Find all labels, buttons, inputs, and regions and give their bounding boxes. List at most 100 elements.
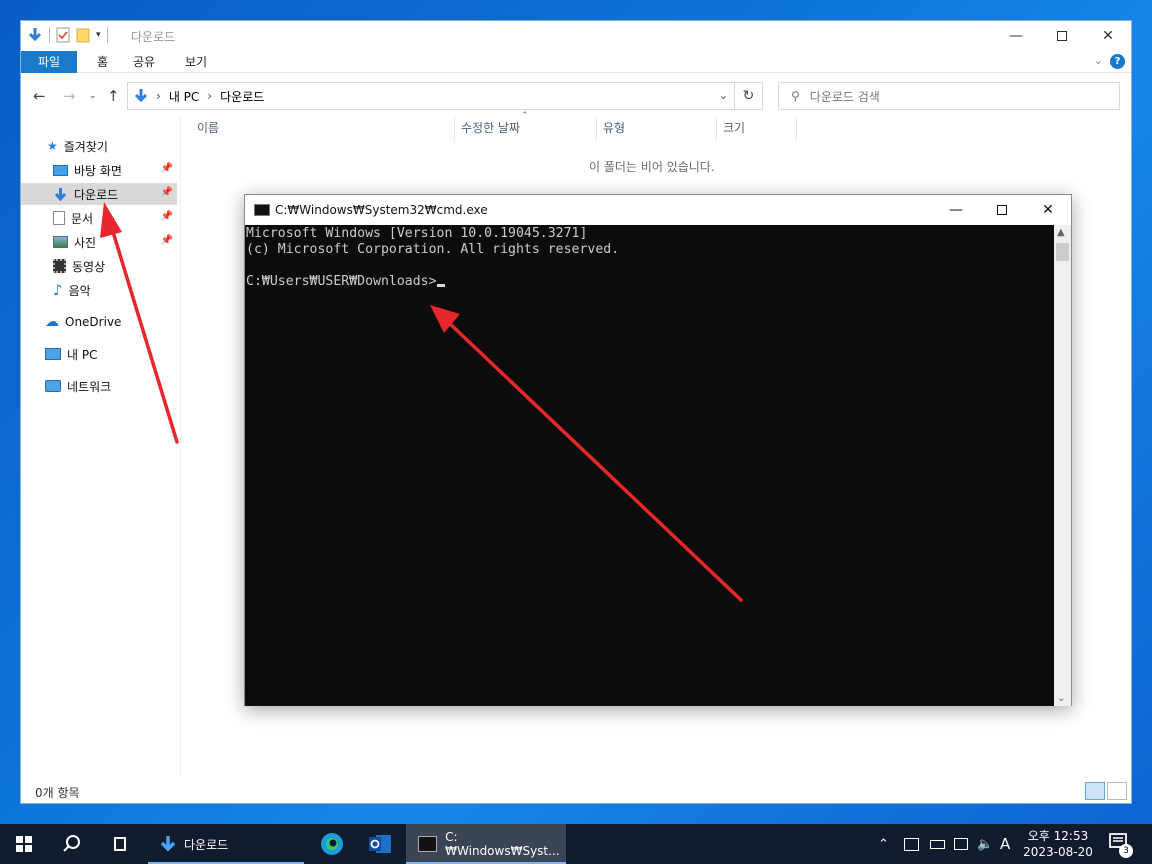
sidebar-item-music[interactable]: ♪ 음악 [53, 279, 177, 301]
sidebar-item-this-pc[interactable]: 내 PC [45, 343, 97, 365]
column-header-size[interactable]: 크기 [717, 117, 797, 141]
task-view-button[interactable] [96, 824, 144, 864]
clock-time: 오후 12:53 [1027, 829, 1089, 843]
sidebar-item-documents[interactable]: 문서 📌 [53, 207, 177, 229]
console-prompt: C:₩Users₩USER₩Downloads> [246, 274, 437, 289]
address-bar[interactable]: › 내 PC › 다운로드 ⌄ [127, 82, 735, 110]
console-prompt-line: C:₩Users₩USER₩Downloads> [246, 274, 1054, 290]
tray-security-icon[interactable] [904, 824, 919, 864]
minimize-button[interactable]: — [993, 21, 1039, 51]
separator [49, 27, 50, 43]
column-header-type[interactable]: 유형 [597, 117, 717, 141]
sidebar-label: 네트워크 [67, 379, 112, 394]
chevron-up-icon: ⌃ [878, 836, 889, 852]
star-icon: ★ [47, 139, 58, 153]
show-hidden-icons-button[interactable]: ⌃ [878, 824, 889, 864]
cmd-minimize-button[interactable]: — [933, 195, 979, 225]
close-button[interactable]: ✕ [1085, 21, 1131, 51]
taskbar-app-downloads[interactable]: 다운로드 [148, 824, 304, 864]
cmd-maximize-button[interactable] [979, 195, 1025, 225]
title-bar: ▾ 다운로드 — ✕ [21, 21, 1131, 51]
breadcrumb-this-pc[interactable]: 내 PC [169, 88, 199, 105]
taskbar-app-edge[interactable] [308, 824, 356, 864]
sidebar-label: 바탕 화면 [74, 163, 122, 178]
pin-icon: 📌 [160, 187, 173, 198]
sidebar-item-pictures[interactable]: 사진 📌 [53, 231, 177, 253]
ribbon-tabs: 파일 홈 공유 보기 ⌄ ? [21, 51, 1131, 73]
taskbar-app-cmd[interactable]: C:₩Windows₩Syst... [406, 824, 566, 864]
taskbar-app-label: C:₩Windows₩Syst... [445, 830, 560, 858]
sidebar-label: OneDrive [65, 315, 122, 329]
network-icon [45, 380, 61, 392]
properties-icon[interactable] [56, 27, 70, 43]
recent-locations-icon[interactable]: ⌄ [89, 91, 97, 101]
task-view-icon [114, 837, 126, 851]
address-dropdown-icon[interactable]: ⌄ [719, 89, 728, 102]
console-output[interactable]: Microsoft Windows [Version 10.0.19045.32… [245, 225, 1054, 706]
large-icons-view-button[interactable] [1107, 782, 1127, 800]
cmd-title-bar: C:₩Windows₩System32₩cmd.exe — ✕ [245, 195, 1071, 225]
cmd-scrollbar[interactable]: ▲ ⌄ [1054, 225, 1071, 706]
start-button[interactable] [0, 824, 48, 864]
download-folder-icon [160, 836, 176, 852]
search-icon [63, 835, 80, 852]
taskbar-app-outlook[interactable] [356, 824, 404, 864]
details-view-button[interactable] [1085, 782, 1105, 800]
cloud-icon: ☁ [45, 314, 59, 330]
breadcrumb-separator-icon[interactable]: › [156, 89, 161, 103]
search-input[interactable]: ⚲ 다운로드 검색 [778, 82, 1120, 110]
tray-network-icon[interactable] [954, 824, 968, 864]
tab-view[interactable]: 보기 [171, 51, 221, 73]
maximize-icon [997, 205, 1007, 215]
search-placeholder: 다운로드 검색 [809, 89, 880, 104]
tab-share[interactable]: 공유 [119, 51, 169, 73]
sidebar-item-desktop[interactable]: 바탕 화면 📌 [53, 159, 177, 181]
scrollbar-thumb[interactable] [1056, 243, 1069, 261]
tab-file[interactable]: 파일 [21, 51, 77, 73]
text-cursor [436, 284, 445, 287]
tray-battery-icon[interactable] [930, 824, 945, 864]
tray-volume-icon[interactable]: 🔈 [977, 824, 993, 864]
tab-home[interactable]: 홈 [83, 51, 122, 73]
column-header-name[interactable]: 이름 [191, 117, 455, 141]
back-icon[interactable]: ← [33, 87, 46, 105]
search-button[interactable] [48, 824, 96, 864]
console-line: (c) Microsoft Corporation. All rights re… [246, 242, 620, 257]
cmd-icon [254, 204, 270, 216]
network-icon [954, 838, 968, 850]
windows-logo-icon [16, 836, 32, 852]
pin-icon: 📌 [160, 211, 173, 222]
new-folder-icon[interactable] [76, 27, 90, 43]
breadcrumb-separator-icon[interactable]: › [207, 89, 212, 103]
quick-access-toolbar: ▾ [27, 27, 108, 43]
navigation-bar: ← → ⌄ ↑ › 내 PC › 다운로드 ⌄ ↻ ⚲ 다운로드 검색 [21, 79, 1131, 113]
expand-ribbon-icon[interactable]: ⌄ [1094, 54, 1103, 67]
breadcrumb-downloads[interactable]: 다운로드 [220, 88, 264, 105]
battery-icon [930, 839, 945, 849]
scroll-up-icon[interactable]: ▲ [1057, 227, 1065, 238]
sidebar-item-onedrive[interactable]: ☁ OneDrive [45, 311, 121, 333]
sidebar-item-network[interactable]: 네트워크 [45, 375, 111, 397]
picture-icon [53, 236, 68, 248]
maximize-button[interactable] [1039, 21, 1085, 51]
clock[interactable]: 오후 12:53 2023-08-20 [1018, 828, 1098, 860]
cmd-icon [418, 836, 438, 852]
sidebar-item-downloads[interactable]: 다운로드 📌 [21, 183, 177, 205]
sidebar-label: 다운로드 [74, 187, 119, 202]
download-folder-icon [134, 89, 148, 103]
ime-label: A [1000, 835, 1011, 853]
refresh-button[interactable]: ↻ [735, 82, 763, 110]
sidebar-item-videos[interactable]: 동영상 [53, 255, 177, 277]
forward-icon[interactable]: → [63, 87, 76, 105]
sidebar-item-favorites[interactable]: ★ 즐겨찾기 [47, 135, 108, 157]
maximize-icon [1057, 31, 1067, 41]
scroll-down-icon[interactable]: ⌄ [1057, 693, 1065, 704]
qat-dropdown-icon[interactable]: ▾ [96, 30, 101, 40]
desktop-icon [53, 164, 68, 176]
cmd-close-button[interactable]: ✕ [1025, 195, 1071, 225]
input-method-indicator[interactable]: A [1000, 824, 1010, 864]
minimize-icon: — [1009, 28, 1023, 44]
help-icon[interactable]: ? [1110, 54, 1125, 69]
up-icon[interactable]: ↑ [107, 87, 120, 105]
command-prompt-window: C:₩Windows₩System32₩cmd.exe — ✕ Microsof… [244, 194, 1072, 706]
